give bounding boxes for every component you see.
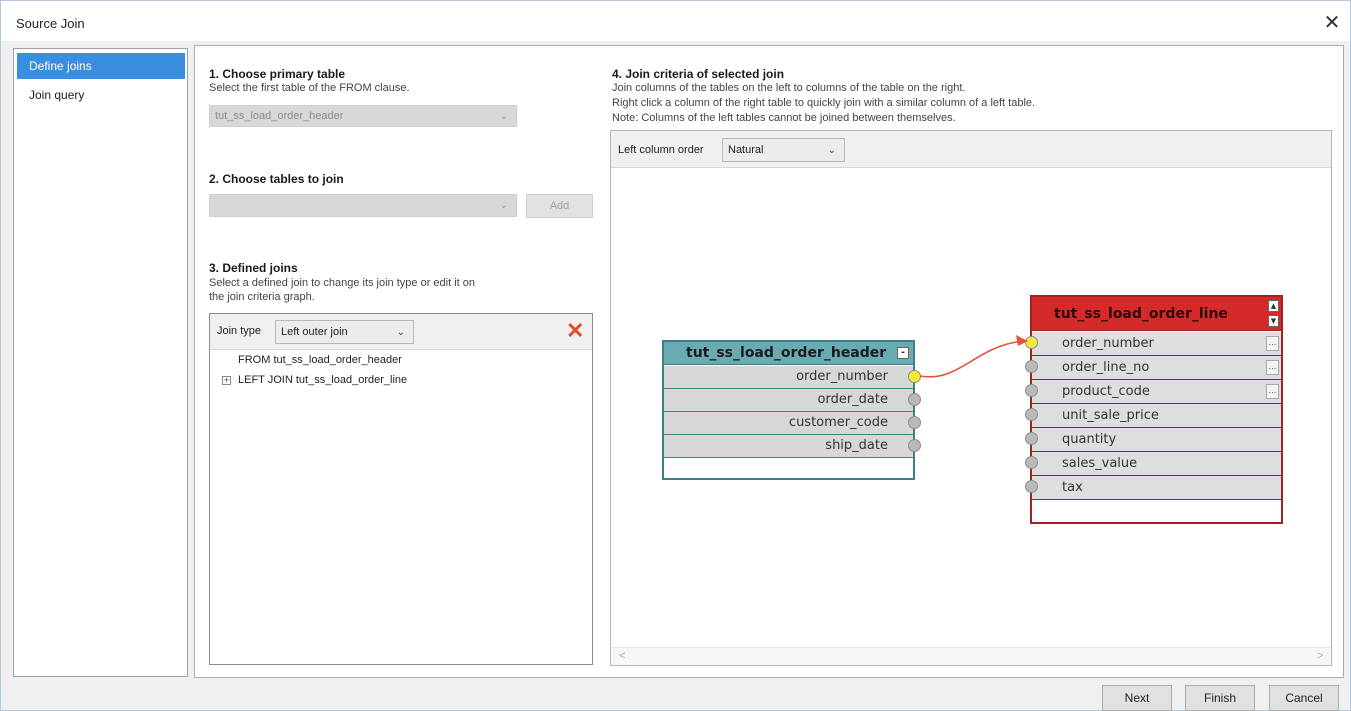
left-table-column[interactable]: customer_code: [664, 412, 921, 435]
scroll-up-icon[interactable]: ▲: [1268, 300, 1279, 312]
joins-toolbar: Join type Left outer join ⌄ ✕: [210, 314, 592, 350]
step4-heading: 4. Join criteria of selected join: [612, 67, 785, 81]
right-table-column[interactable]: order_line_no...: [1025, 356, 1281, 380]
ellipsis-button[interactable]: ...: [1266, 384, 1279, 399]
column-name: order_number: [1062, 336, 1154, 351]
right-table-name: tut_ss_load_order_line: [1054, 306, 1228, 322]
wizard-nav: Define joins Join query: [13, 48, 188, 677]
nav-item-join-query[interactable]: Join query: [17, 82, 185, 108]
chevron-down-icon: ⌄: [499, 111, 508, 122]
next-button[interactable]: Next: [1102, 685, 1172, 711]
title-bar: Source Join ✕: [1, 1, 1350, 41]
collapse-icon[interactable]: -: [897, 347, 909, 359]
cancel-button[interactable]: Cancel: [1269, 685, 1339, 711]
column-name: tax: [1062, 480, 1083, 495]
right-table-column[interactable]: order_number...: [1025, 332, 1281, 356]
primary-table-value: tut_ss_load_order_header: [215, 110, 344, 122]
left-table-column[interactable]: ship_date: [664, 435, 921, 458]
scroll-down-icon[interactable]: ▼: [1268, 315, 1279, 327]
column-connector-dot[interactable]: [1025, 408, 1038, 421]
right-table-column[interactable]: unit_sale_price: [1025, 404, 1281, 428]
column-connector-dot[interactable]: [1025, 384, 1038, 397]
column-name: sales_value: [1062, 456, 1138, 471]
expand-icon[interactable]: +: [222, 376, 231, 385]
column-connector-dot[interactable]: [1025, 360, 1038, 373]
column-name: order_number: [796, 369, 888, 384]
column-connector-dot[interactable]: [908, 393, 921, 406]
join-type-value: Left outer join: [281, 326, 348, 338]
horizontal-scrollbar[interactable]: < >: [611, 647, 1331, 665]
source-join-dialog: Source Join ✕ Define joins Join query 1.…: [0, 0, 1351, 711]
step4-description-1: Join columns of the tables on the left t…: [612, 82, 966, 94]
chevron-down-icon: ⌄: [499, 200, 508, 211]
right-table-node[interactable]: tut_ss_load_order_line ▲ ▼ order_number... o…: [1025, 295, 1283, 524]
left-table-header: tut_ss_load_order_header -: [664, 342, 913, 365]
left-column-order-select[interactable]: Natural ⌄: [722, 138, 845, 162]
add-button[interactable]: Add: [526, 194, 593, 218]
join-type-label: Join type: [217, 325, 262, 337]
column-name: order_line_no: [1062, 360, 1150, 375]
column-name: ship_date: [825, 438, 888, 453]
left-column-order-value: Natural: [728, 144, 764, 156]
tree-item-left-join[interactable]: LEFT JOIN tut_ss_load_order_line: [238, 374, 407, 386]
column-connector-dot[interactable]: [1025, 456, 1038, 469]
column-connector-dot[interactable]: [1025, 432, 1038, 445]
step4-description-2: Right click a column of the right table …: [612, 97, 1036, 109]
right-table-column[interactable]: product_code...: [1025, 380, 1281, 404]
nav-item-define-joins[interactable]: Define joins: [17, 53, 185, 79]
column-name: product_code: [1062, 384, 1150, 399]
left-table-column[interactable]: order_date: [664, 389, 921, 412]
finish-button[interactable]: Finish: [1185, 685, 1255, 711]
join-table-select[interactable]: ⌄: [209, 194, 517, 217]
column-name: order_date: [817, 392, 888, 407]
column-connector-dot[interactable]: [1025, 480, 1038, 493]
window-title: Source Join: [16, 16, 85, 31]
column-name: unit_sale_price: [1062, 408, 1159, 423]
scroll-left-icon[interactable]: <: [619, 650, 625, 662]
chevron-down-icon: ⌄: [827, 145, 836, 156]
column-connector-dot[interactable]: [908, 416, 921, 429]
column-connector-dot[interactable]: [908, 439, 921, 452]
step3-description-2: the join criteria graph.: [209, 291, 315, 303]
column-name: customer_code: [788, 415, 888, 430]
left-column-order-label: Left column order: [618, 144, 704, 156]
tree-item-from[interactable]: FROM tut_ss_load_order_header: [238, 354, 402, 366]
step1-heading: 1. Choose primary table: [209, 67, 346, 81]
step4-description-3: Note: Columns of the left tables cannot …: [612, 112, 956, 124]
graph-toolbar: Left column order Natural ⌄: [611, 131, 1331, 168]
left-table-column[interactable]: order_number: [664, 366, 921, 389]
right-table-column[interactable]: quantity: [1025, 428, 1281, 452]
ellipsis-button[interactable]: ...: [1266, 336, 1279, 351]
left-table-name: tut_ss_load_order_header: [686, 345, 887, 361]
right-table-column[interactable]: tax: [1025, 476, 1281, 500]
step1-description: Select the first table of the FROM claus…: [209, 82, 410, 94]
chevron-down-icon: ⌄: [396, 327, 405, 338]
left-table-node[interactable]: tut_ss_load_order_header - order_numberord…: [662, 340, 921, 480]
step2-heading: 2. Choose tables to join: [209, 172, 344, 186]
right-table-header: tut_ss_load_order_line ▲ ▼: [1032, 297, 1281, 331]
ellipsis-button[interactable]: ...: [1266, 360, 1279, 375]
scroll-right-icon[interactable]: >: [1317, 650, 1323, 662]
column-connector-dot[interactable]: [908, 370, 921, 383]
step3-description-1: Select a defined join to change its join…: [209, 277, 476, 289]
delete-join-icon[interactable]: ✕: [566, 320, 584, 342]
primary-table-select[interactable]: tut_ss_load_order_header ⌄: [209, 105, 517, 127]
step3-heading: 3. Defined joins: [209, 261, 298, 275]
defined-joins-panel: Join type Left outer join ⌄ ✕ FROM tut_s…: [209, 313, 593, 665]
column-connector-dot[interactable]: [1025, 336, 1038, 349]
close-icon[interactable]: ✕: [1319, 10, 1345, 36]
right-table-column[interactable]: sales_value: [1025, 452, 1281, 476]
join-type-select[interactable]: Left outer join ⌄: [275, 320, 414, 344]
column-name: quantity: [1062, 432, 1117, 447]
